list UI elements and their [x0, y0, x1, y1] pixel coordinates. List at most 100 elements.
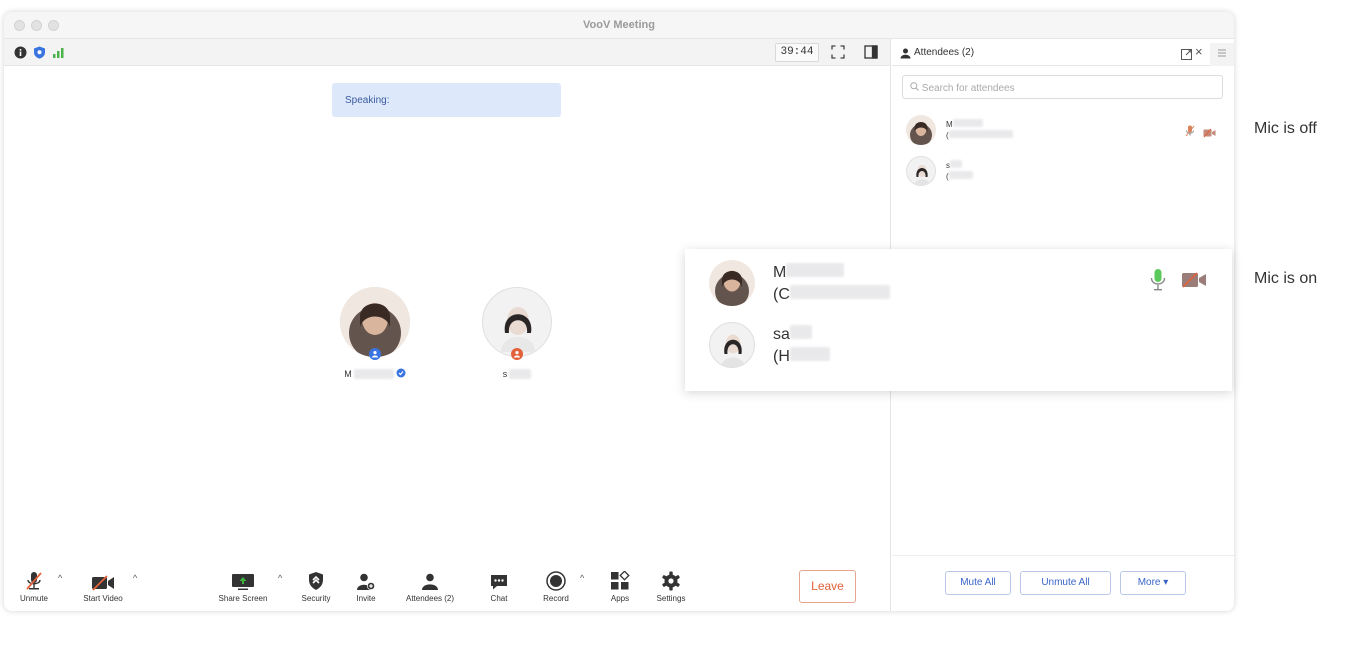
start-video-button[interactable]: Start Video — [76, 569, 130, 603]
record-options-caret[interactable]: ^ — [580, 573, 584, 583]
shield-icon[interactable] — [32, 45, 46, 59]
chat-button[interactable]: Chat — [484, 569, 514, 603]
verified-icon — [396, 368, 406, 380]
unmute-all-button[interactable]: Unmute All — [1020, 571, 1111, 595]
avatar — [709, 260, 755, 306]
search-icon — [910, 82, 922, 94]
apps-icon — [605, 569, 635, 591]
mic-off-icon[interactable] — [1185, 124, 1195, 142]
mic-on-annotation: Mic is on — [1254, 270, 1318, 287]
callout-attendee-row: sa (H — [709, 322, 1209, 372]
close-panel-icon[interactable]: × — [1195, 44, 1203, 59]
start-video-label: Start Video — [83, 594, 123, 603]
redacted-name — [952, 119, 983, 127]
callout-attendee-name: M (C — [773, 262, 890, 306]
share-options-caret[interactable]: ^ — [278, 573, 282, 583]
unmute-label: Unmute — [19, 594, 48, 603]
callout-attendee-name: sa (H — [773, 324, 830, 368]
fullscreen-icon[interactable] — [831, 45, 845, 59]
search-placeholder: Search for attendees — [921, 83, 1015, 94]
attendees-panel-title: Attendees (2) — [914, 47, 975, 58]
attendees-label: Attendees (2) — [405, 594, 455, 603]
avatar — [340, 287, 410, 357]
invite-button[interactable]: Invite — [351, 569, 381, 603]
callout-attendee-row: M (C — [709, 260, 1209, 310]
attendees-panel-footer: Mute All Unmute All More ▾ — [892, 555, 1234, 611]
redacted-name — [789, 325, 812, 339]
share-screen-icon — [212, 569, 274, 591]
audio-options-caret[interactable]: ^ — [58, 573, 62, 583]
redacted-id — [948, 171, 973, 179]
toggle-sidebar-icon[interactable] — [864, 45, 878, 59]
avatar — [906, 115, 936, 145]
shield-icon — [294, 569, 338, 591]
invite-label: Invite — [356, 594, 376, 603]
participant-name: s — [477, 367, 557, 381]
attendee-row[interactable]: s ( — [906, 156, 1226, 194]
avatar — [482, 287, 552, 357]
attendees-panel-header: Attendees (2) × — [892, 39, 1234, 66]
network-signal-icon[interactable] — [51, 45, 65, 59]
redacted-name — [509, 369, 532, 379]
record-button[interactable]: Record — [536, 569, 576, 603]
attendee-name: M ( — [946, 119, 1013, 141]
record-icon — [536, 569, 576, 591]
share-screen-label: Share Screen — [218, 594, 268, 603]
more-dropdown-button[interactable]: More ▾ — [1120, 571, 1186, 595]
mic-on-icon — [1149, 268, 1167, 297]
participant-name-text: M — [344, 369, 352, 379]
redacted-name — [353, 369, 394, 379]
attendees-icon — [399, 569, 461, 591]
invite-user-icon — [351, 569, 381, 591]
mute-all-button[interactable]: Mute All — [945, 571, 1011, 595]
settings-label: Settings — [656, 594, 686, 603]
callout-sub-text: (C — [773, 286, 790, 303]
leave-button[interactable]: Leave — [799, 570, 856, 603]
apps-button[interactable]: Apps — [605, 569, 635, 603]
video-off-icon — [76, 569, 130, 591]
gear-icon — [652, 569, 690, 591]
info-icon[interactable] — [13, 45, 27, 59]
window-title: VooV Meeting — [583, 19, 655, 31]
pop-out-icon[interactable] — [1181, 47, 1192, 65]
participant-tile[interactable]: s — [477, 287, 557, 381]
attendees-icon — [900, 46, 911, 64]
callout-sub-text: (H — [773, 348, 790, 365]
video-off-icon[interactable] — [1203, 125, 1216, 143]
avatar — [906, 156, 936, 186]
title-bar: VooV Meeting — [4, 12, 1234, 39]
redacted-name — [786, 263, 845, 277]
attendee-name: s ( — [946, 160, 973, 182]
zoomed-attendee-callout: M (C sa (H — [685, 249, 1232, 391]
attendee-name-text: M — [946, 120, 953, 129]
redacted-name — [950, 160, 962, 168]
redacted-id — [789, 285, 890, 299]
search-attendees-input[interactable]: Search for attendees — [902, 75, 1223, 99]
participant-name: M — [335, 367, 415, 381]
co-host-badge-icon — [511, 348, 523, 360]
panel-menu-icon[interactable] — [1210, 43, 1234, 66]
redacted-id — [789, 347, 830, 361]
avatar — [709, 322, 755, 368]
speaking-indicator: Speaking: — [332, 83, 561, 117]
video-off-icon — [1181, 271, 1207, 294]
host-badge-icon — [369, 348, 381, 360]
security-button[interactable]: Security — [294, 569, 338, 603]
meeting-top-bar: 39:44 — [4, 39, 890, 66]
redacted-id — [948, 130, 1013, 138]
chat-label: Chat — [490, 594, 508, 603]
callout-name-text: M — [773, 264, 787, 281]
video-options-caret[interactable]: ^ — [133, 573, 137, 583]
attendee-row[interactable]: M ( — [906, 115, 1226, 153]
mic-off-annotation: Mic is off — [1254, 120, 1317, 137]
meeting-toolbar: Unmute ^ Start Video ^ Share Screen ^ Se… — [4, 561, 890, 611]
apps-label: Apps — [610, 594, 630, 603]
participant-tile[interactable]: M — [335, 287, 415, 381]
participant-name-text: s — [502, 369, 508, 379]
callout-name-text: sa — [773, 326, 790, 343]
share-screen-button[interactable]: Share Screen — [212, 569, 274, 603]
unmute-button[interactable]: Unmute — [16, 569, 52, 603]
chat-icon — [484, 569, 514, 591]
attendees-button[interactable]: Attendees (2) — [399, 569, 461, 603]
settings-button[interactable]: Settings — [652, 569, 690, 603]
